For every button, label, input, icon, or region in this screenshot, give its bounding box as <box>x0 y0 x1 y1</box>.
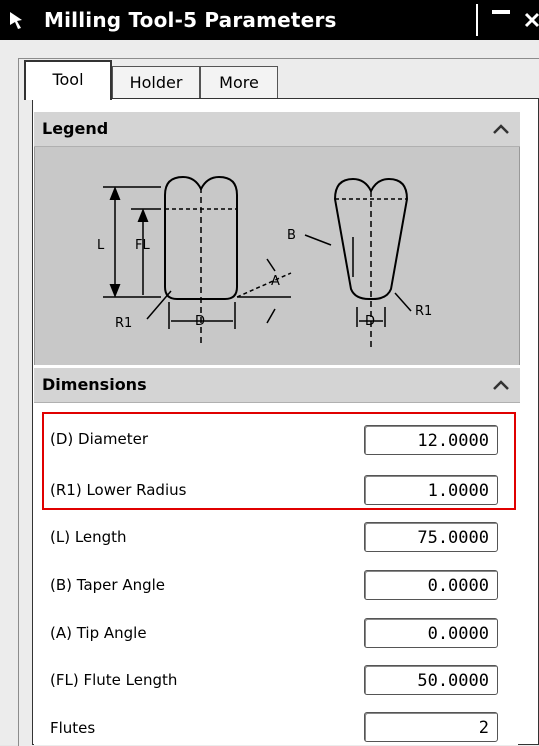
tip-angle-field[interactable]: 0.0000 <box>364 618 498 648</box>
length-label: (L) Length <box>50 528 127 546</box>
legend-header[interactable]: Legend <box>34 112 520 147</box>
length-field[interactable]: 75.0000 <box>364 522 498 552</box>
tab-more[interactable]: More <box>200 66 278 100</box>
window-menu-icon[interactable] <box>8 10 30 30</box>
legend-label-B: B <box>287 228 296 243</box>
tab-tool-label: Tool <box>52 70 84 89</box>
diameter-field[interactable]: 12.0000 <box>364 425 498 455</box>
lower-radius-label: (R1) Lower Radius <box>50 481 187 499</box>
flute-length-label: (FL) Flute Length <box>50 671 178 689</box>
close-icon[interactable] <box>524 8 539 32</box>
window-title: Milling Tool-5 Parameters <box>44 8 337 32</box>
legend-title: Legend <box>42 119 109 138</box>
flute-length-field[interactable]: 50.0000 <box>364 665 498 695</box>
taper-angle-field[interactable]: 0.0000 <box>364 570 498 600</box>
legend-label-A: A <box>271 274 280 289</box>
flutes-field[interactable]: 2 <box>364 712 498 742</box>
legend-label-D-right: D <box>365 314 375 329</box>
flutes-label: Flutes <box>50 719 96 737</box>
diameter-label: (D) Diameter <box>50 430 149 448</box>
minimize-icon[interactable] <box>488 6 514 32</box>
legend-label-FL: FL <box>135 238 150 253</box>
dimensions-title: Dimensions <box>42 375 147 394</box>
legend-label-L: L <box>97 238 105 253</box>
tab-holder-label: Holder <box>129 73 183 92</box>
collapse-dimensions-icon[interactable] <box>488 373 514 397</box>
taper-angle-label: (B) Taper Angle <box>50 576 166 594</box>
legend-label-R1-left: R1 <box>115 316 132 331</box>
legend-label-D-left: D <box>195 314 205 329</box>
tool-diagram: L FL R1 D A B D R1 <box>97 175 432 347</box>
tab-holder[interactable]: Holder <box>112 66 200 100</box>
legend-image: L FL R1 D A B D R1 <box>34 147 520 365</box>
title-separator <box>476 4 478 36</box>
title-bar: Milling Tool-5 Parameters <box>0 0 539 40</box>
tab-tool[interactable]: Tool <box>24 60 112 100</box>
dimensions-header[interactable]: Dimensions <box>34 368 520 403</box>
lower-radius-field[interactable]: 1.0000 <box>364 475 498 505</box>
tab-more-label: More <box>219 73 259 92</box>
tip-angle-label: (A) Tip Angle <box>50 624 147 642</box>
legend-label-R1-right: R1 <box>415 304 432 319</box>
collapse-legend-icon[interactable] <box>488 117 514 141</box>
